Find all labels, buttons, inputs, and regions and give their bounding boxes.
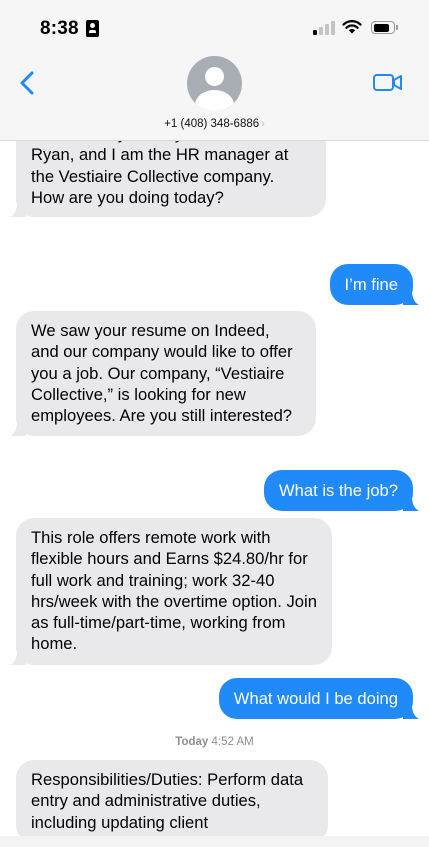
bubble-tail bbox=[403, 293, 419, 306]
signal-bar bbox=[331, 21, 335, 35]
compose-bar-edge bbox=[0, 836, 429, 847]
signal-bar bbox=[313, 30, 317, 35]
message-incoming[interactable]: introduce myself. My name is Walter Ryan… bbox=[10, 141, 326, 218]
contact-name-button[interactable]: +1 (408) 348-6886 › bbox=[0, 118, 429, 130]
signal-bar bbox=[319, 27, 323, 35]
contact-card-icon bbox=[86, 20, 99, 37]
message-text: Responsibilities/Duties: Perform data en… bbox=[31, 770, 304, 832]
bubble-tail bbox=[10, 424, 26, 437]
chevron-right-icon: › bbox=[261, 118, 265, 130]
timestamp-day: Today bbox=[175, 736, 209, 748]
avatar-body bbox=[195, 90, 234, 111]
avatar-head bbox=[205, 67, 224, 86]
message-thread[interactable]: introduce myself. My name is Walter Ryan… bbox=[0, 141, 429, 836]
message-incoming[interactable]: Responsibilities/Duties: Perform data en… bbox=[16, 760, 328, 836]
status-time: 8:38 bbox=[40, 18, 79, 39]
cellular-signal-icon bbox=[313, 21, 337, 35]
conversation-header: +1 (408) 348-6886 › bbox=[0, 52, 429, 141]
back-chevron-icon[interactable] bbox=[14, 68, 42, 98]
contact-number: +1 (408) 348-6886 bbox=[164, 118, 260, 130]
battery-level-fill bbox=[373, 23, 389, 32]
bubble-tail bbox=[10, 652, 26, 665]
message-outgoing[interactable]: What is the job? bbox=[264, 470, 419, 512]
message-text: What is the job? bbox=[279, 481, 398, 500]
video-camera-icon[interactable] bbox=[372, 70, 404, 94]
battery-cap bbox=[396, 25, 398, 30]
bubble-tail bbox=[10, 205, 26, 218]
wifi-icon bbox=[342, 20, 362, 34]
battery-icon bbox=[371, 21, 395, 34]
message-text: introduce myself. My name is Walter Ryan… bbox=[31, 141, 298, 207]
message-text: I’m fine bbox=[344, 275, 398, 294]
avatar-placeholder-icon[interactable] bbox=[187, 56, 242, 111]
bubble-tail bbox=[403, 499, 419, 512]
bubble-tail bbox=[403, 707, 419, 720]
message-outgoing[interactable]: I’m fine bbox=[329, 264, 419, 306]
signal-bar bbox=[325, 24, 329, 35]
message-text: We saw your resume on Indeed, and our co… bbox=[31, 321, 293, 426]
status-bar: 8:38 bbox=[0, 0, 429, 52]
timestamp-time: 4:52 AM bbox=[211, 736, 254, 748]
message-text: This role offers remote work with flexib… bbox=[31, 528, 317, 654]
message-incoming[interactable]: We saw your resume on Indeed, and our co… bbox=[10, 311, 316, 437]
message-text: What would I be doing bbox=[233, 689, 398, 708]
message-outgoing[interactable]: What would I be doing bbox=[218, 678, 419, 720]
message-incoming[interactable]: This role offers remote work with flexib… bbox=[10, 518, 332, 665]
message-timestamp: Today 4:52 AM bbox=[0, 736, 429, 748]
